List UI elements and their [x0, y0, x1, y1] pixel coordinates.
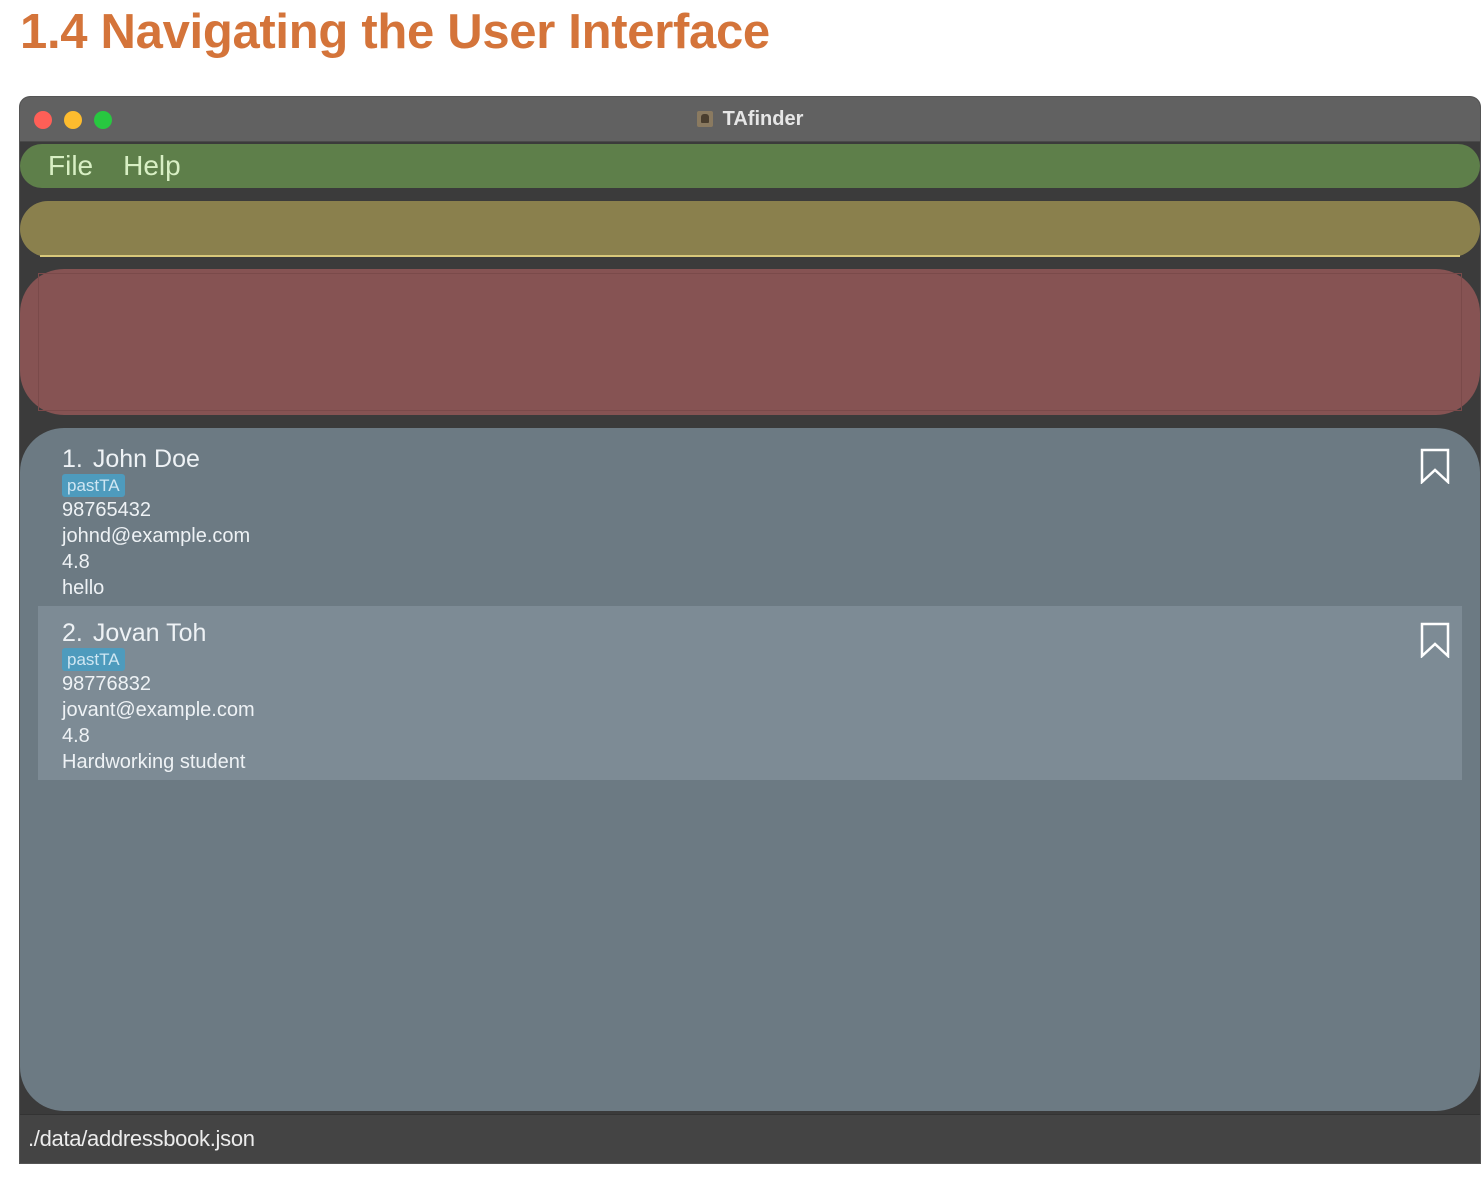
person-rating: 4.8 — [62, 725, 90, 747]
result-display — [20, 269, 1480, 415]
person-tag: pastTA — [62, 474, 125, 497]
menu-file[interactable]: File — [48, 150, 93, 182]
person-card[interactable]: 2. Jovan Toh pastTA 98776832 jovant@examp… — [38, 606, 1462, 780]
command-box — [20, 201, 1480, 257]
menu-help[interactable]: Help — [123, 150, 181, 182]
data-file-path: ./data/addressbook.json — [28, 1126, 255, 1151]
page-heading: 1.4 Navigating the User Interface — [20, 5, 770, 59]
person-phone: 98765432 — [62, 499, 151, 521]
person-remark: hello — [62, 577, 105, 599]
app-window: TAfinder File Help 1. John Doe pastTA 987… — [20, 97, 1480, 1163]
person-rating: 4.8 — [62, 551, 90, 573]
person-phone: 98776832 — [62, 673, 151, 695]
person-index: 2. — [62, 619, 83, 647]
person-name-row: 2. Jovan Toh — [62, 618, 1462, 648]
person-tag: pastTA — [62, 648, 125, 671]
command-input[interactable] — [40, 209, 1460, 257]
person-email: johnd@example.com — [62, 525, 251, 547]
contact-book-icon — [696, 111, 713, 127]
title-bar[interactable]: TAfinder — [20, 97, 1480, 142]
window-title-group: TAfinder — [20, 97, 1480, 141]
person-index: 1. — [62, 445, 83, 473]
person-remark: Hardworking student — [62, 751, 246, 773]
result-display-text[interactable] — [38, 273, 1462, 411]
status-bar: ./data/addressbook.json — [20, 1114, 1480, 1163]
bookmark-outline-icon[interactable] — [1420, 448, 1450, 484]
person-email: jovant@example.com — [62, 699, 255, 721]
person-name-row: 1. John Doe — [62, 444, 1462, 474]
person-name: Jovan Toh — [92, 619, 207, 647]
person-name: John Doe — [92, 445, 200, 473]
menu-bar: File Help — [20, 144, 1480, 188]
person-card[interactable]: 1. John Doe pastTA 98765432 johnd@example… — [38, 432, 1462, 606]
bookmark-outline-icon[interactable] — [1420, 622, 1450, 658]
person-list-panel[interactable]: 1. John Doe pastTA 98765432 johnd@example… — [20, 428, 1480, 1111]
window-title: TAfinder — [722, 107, 804, 130]
